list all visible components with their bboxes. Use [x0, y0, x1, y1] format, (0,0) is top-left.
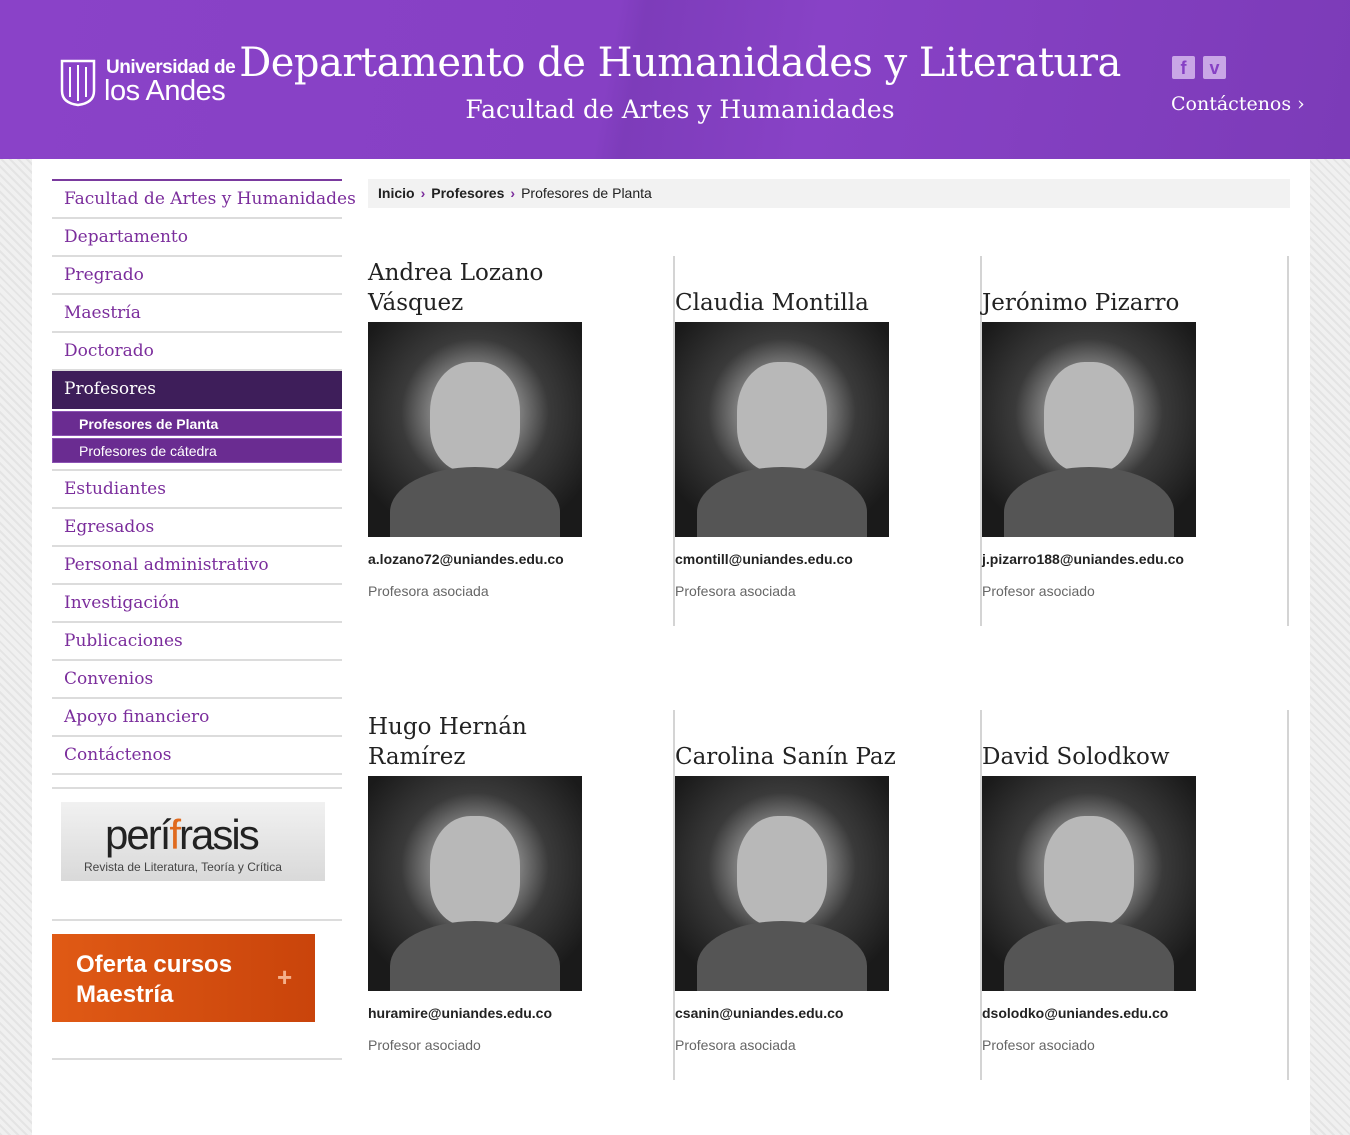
sidebar-item-pregrado[interactable]: Pregrado — [52, 257, 342, 295]
sidebar-divider — [52, 1022, 342, 1060]
plus-icon: + — [277, 962, 293, 992]
perifrasis-title-f: f — [169, 811, 181, 858]
sidebar-item-egresados[interactable]: Egresados — [52, 509, 342, 547]
professor-photo[interactable] — [982, 776, 1196, 991]
oferta-line2: Maestría — [76, 981, 174, 1008]
professor-photo[interactable] — [368, 322, 582, 537]
sidebar-submenu: Profesores de Planta Profesores de cáted… — [52, 411, 342, 471]
breadcrumb-current: Profesores de Planta — [521, 185, 652, 201]
sidebar-item-profesores[interactable]: Profesores — [52, 371, 342, 409]
sidebar-nav: Facultad de Artes y Humanidades Departam… — [52, 179, 356, 775]
sidebar-item-contactenos[interactable]: Contáctenos — [52, 737, 342, 775]
professor-card: David Solodkow dsolodko@uniandes.edu.co … — [982, 710, 1289, 1080]
professor-role: Profesor asociado — [368, 1037, 481, 1053]
sidebar-item-apoyo[interactable]: Apoyo financiero — [52, 699, 342, 737]
professor-name[interactable]: Hugo Hernán Ramírez — [368, 710, 598, 772]
professor-card: Hugo Hernán Ramírez huramire@uniandes.ed… — [368, 710, 675, 1080]
professor-email[interactable]: a.lozano72@uniandes.edu.co — [368, 551, 564, 567]
sidebar-item-estudiantes[interactable]: Estudiantes — [52, 471, 342, 509]
professor-email[interactable]: csanin@uniandes.edu.co — [675, 1005, 843, 1021]
professor-name[interactable]: Carolina Sanín Paz — [675, 710, 905, 772]
chevron-right-icon: › — [1297, 93, 1305, 115]
professor-name[interactable]: David Solodkow — [982, 710, 1212, 772]
breadcrumb: Inicio › Profesores › Profesores de Planta — [368, 179, 1290, 208]
professor-card: Jerónimo Pizarro j.pizarro188@uniandes.e… — [982, 256, 1289, 626]
sidebar-item-doctorado[interactable]: Doctorado — [52, 333, 342, 371]
site-subtitle[interactable]: Facultad de Artes y Humanidades — [230, 95, 1130, 124]
sidebar-subitem-catedra[interactable]: Profesores de cátedra — [52, 438, 342, 463]
sidebar-item-personal[interactable]: Personal administrativo — [52, 547, 342, 585]
sidebar: Facultad de Artes y Humanidades Departam… — [52, 179, 356, 1060]
perifrasis-logo: perífrasis — [105, 811, 260, 859]
professor-email[interactable]: dsolodko@uniandes.edu.co — [982, 1005, 1168, 1021]
sidebar-item-convenios[interactable]: Convenios — [52, 661, 342, 699]
professor-role: Profesor asociado — [982, 1037, 1095, 1053]
sidebar-item-publicaciones[interactable]: Publicaciones — [52, 623, 342, 661]
vimeo-icon[interactable]: v — [1203, 56, 1226, 79]
professor-email[interactable]: huramire@uniandes.edu.co — [368, 1005, 552, 1021]
breadcrumb-home[interactable]: Inicio — [378, 185, 415, 201]
perifrasis-title-a: perí — [105, 811, 171, 858]
breadcrumb-section[interactable]: Profesores — [431, 185, 504, 201]
professor-photo[interactable] — [368, 776, 582, 991]
professor-role: Profesora asociada — [675, 1037, 796, 1053]
oferta-cursos-banner[interactable]: Oferta cursos Maestría + — [52, 934, 315, 1022]
sidebar-divider — [52, 775, 342, 789]
perifrasis-title-b: rasis — [179, 811, 260, 858]
sidebar-item-facultad[interactable]: Facultad de Artes y Humanidades — [52, 181, 356, 219]
shield-icon — [60, 59, 96, 107]
perifrasis-subtitle: Revista de Literatura, Teoría y Crítica — [84, 860, 282, 874]
header-contact-link[interactable]: Contáctenos › — [1171, 93, 1305, 115]
professor-email[interactable]: j.pizarro188@uniandes.edu.co — [982, 551, 1184, 567]
oferta-text: Oferta cursos Maestría — [76, 950, 232, 1010]
sidebar-subitem-planta[interactable]: Profesores de Planta — [52, 411, 342, 436]
chevron-right-icon: › — [510, 185, 516, 201]
professor-card: Claudia Montilla cmontill@uniandes.edu.c… — [675, 256, 982, 626]
professor-card: Carolina Sanín Paz csanin@uniandes.edu.c… — [675, 710, 982, 1080]
professor-role: Profesor asociado — [982, 583, 1095, 599]
professor-photo[interactable] — [675, 776, 889, 991]
sidebar-item-maestria[interactable]: Maestría — [52, 295, 342, 333]
facebook-icon[interactable]: f — [1172, 56, 1195, 79]
professor-photo[interactable] — [675, 322, 889, 537]
professor-name[interactable]: Andrea Lozano Vásquez — [368, 256, 598, 318]
social-links: f v — [1172, 56, 1226, 79]
perifrasis-banner[interactable]: perífrasis Revista de Literatura, Teoría… — [61, 802, 325, 881]
professor-role: Profesora asociada — [675, 583, 796, 599]
professor-photo[interactable] — [982, 322, 1196, 537]
contact-label: Contáctenos — [1171, 93, 1292, 115]
sidebar-divider — [52, 881, 342, 921]
logo-line2: los Andes — [104, 75, 226, 107]
professor-name[interactable]: Claudia Montilla — [675, 256, 905, 318]
sidebar-item-investigacion[interactable]: Investigación — [52, 585, 342, 623]
professor-email[interactable]: cmontill@uniandes.edu.co — [675, 551, 853, 567]
chevron-right-icon: › — [420, 185, 426, 201]
oferta-line1: Oferta cursos — [76, 951, 233, 978]
university-logo[interactable]: Universidad de los Andes — [58, 55, 236, 109]
sidebar-item-departamento[interactable]: Departamento — [52, 219, 342, 257]
professor-role: Profesora asociada — [368, 583, 489, 599]
site-header: Universidad de los Andes Departamento de… — [0, 0, 1350, 159]
page-body: Facultad de Artes y Humanidades Departam… — [32, 159, 1310, 1135]
professor-name[interactable]: Jerónimo Pizarro — [982, 256, 1212, 318]
professor-card: Andrea Lozano Vásquez a.lozano72@uniande… — [368, 256, 675, 626]
site-title: Departamento de Humanidades y Literatura — [239, 40, 1121, 86]
